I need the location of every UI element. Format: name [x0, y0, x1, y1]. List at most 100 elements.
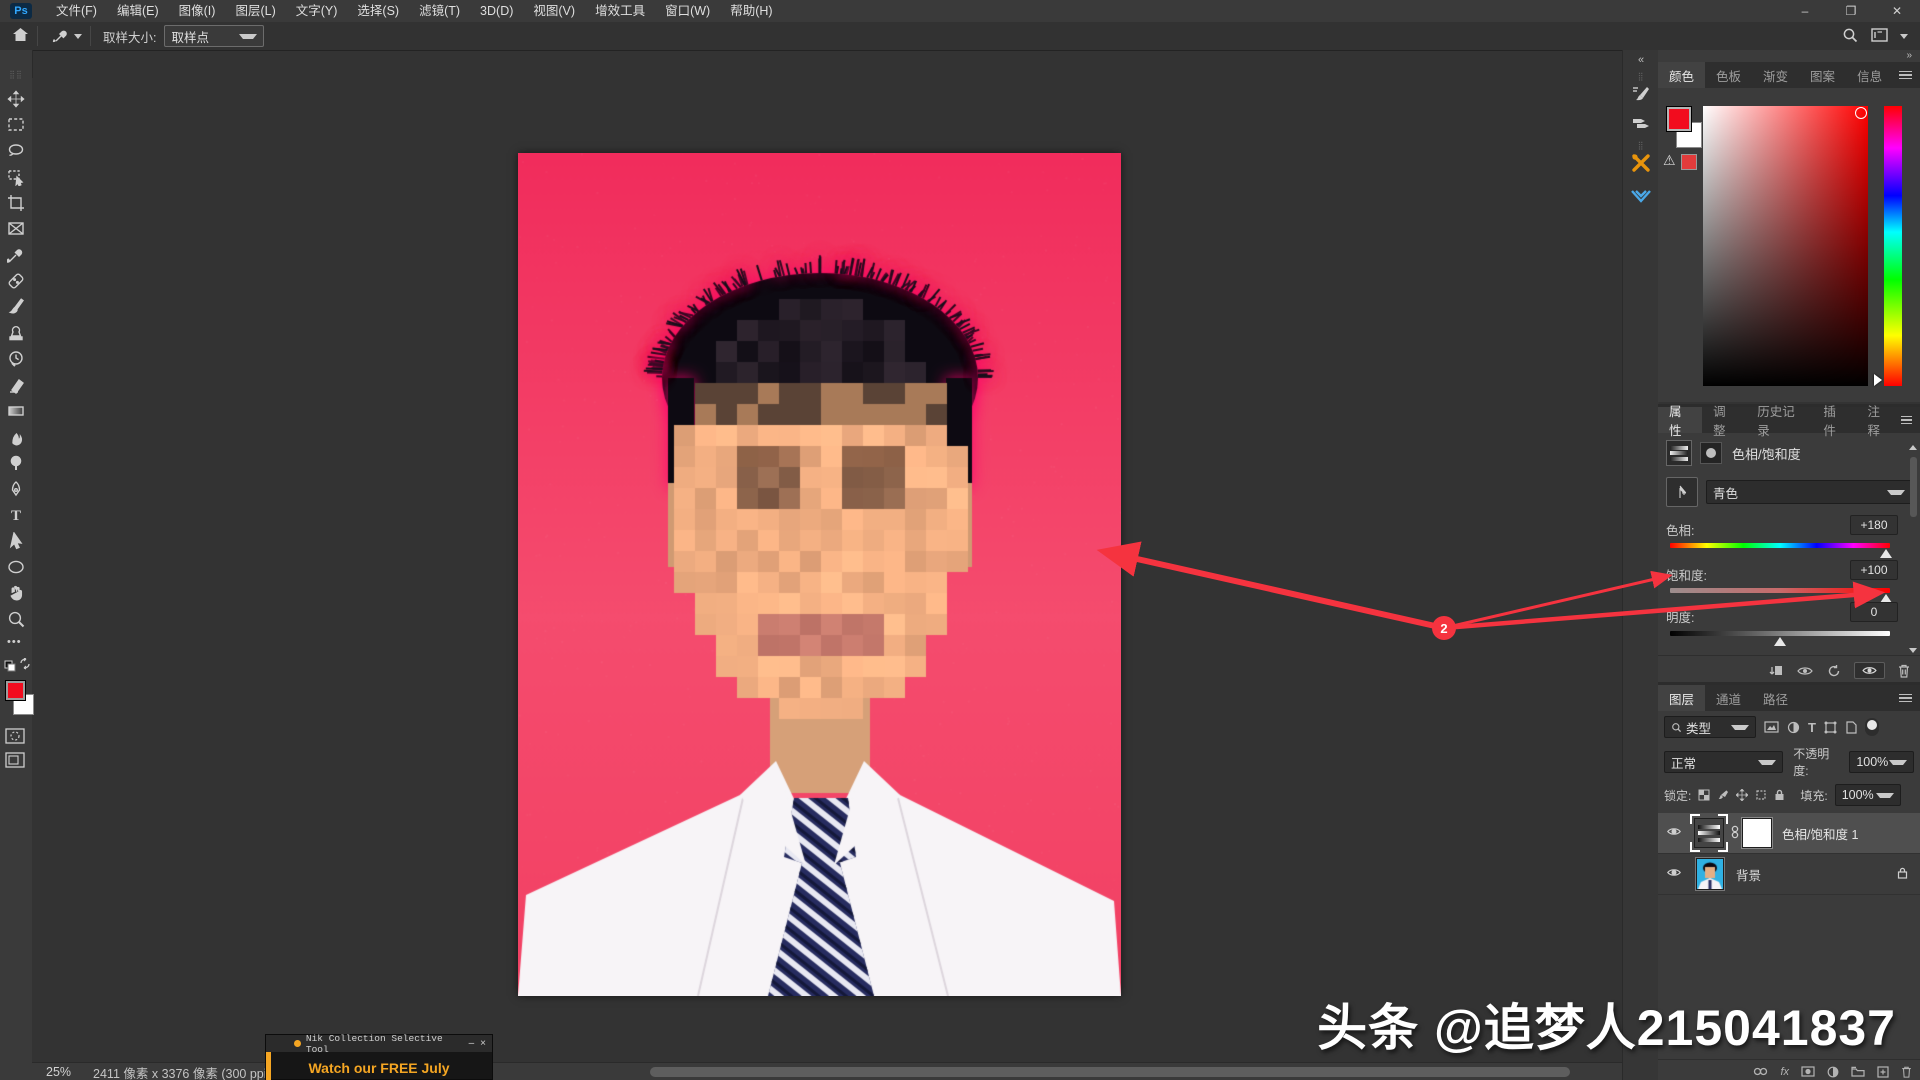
menu-image[interactable]: 图像(I)	[169, 0, 226, 22]
home-icon[interactable]	[12, 27, 29, 45]
brush-tool[interactable]	[4, 296, 28, 318]
tab-paths[interactable]: 路径	[1752, 685, 1799, 711]
hue-strip[interactable]	[1884, 106, 1902, 386]
tab-color[interactable]: 颜色	[1658, 62, 1705, 88]
lock-all-icon[interactable]	[1774, 789, 1785, 801]
blend-mode-select[interactable]: 正常	[1664, 751, 1783, 773]
fill-select[interactable]: 100%	[1835, 784, 1901, 806]
spot-healing-tool[interactable]	[4, 270, 28, 292]
layer-mask-thumbnail[interactable]	[1742, 818, 1772, 848]
layer-visibility-icon[interactable]	[1854, 662, 1885, 679]
filter-smart-objects-icon[interactable]	[1845, 721, 1857, 734]
link-layers-icon[interactable]	[1753, 1067, 1768, 1076]
menu-window[interactable]: 窗口(W)	[655, 0, 720, 22]
nik-popup-link[interactable]: Watch our FREE July	[266, 1060, 492, 1076]
tab-patterns[interactable]: 图案	[1799, 62, 1846, 88]
tab-properties[interactable]: 属性	[1658, 407, 1702, 433]
object-selection-tool[interactable]	[4, 166, 28, 188]
panel-menu-icon[interactable]	[1899, 69, 1912, 82]
filter-shape-layers-icon[interactable]	[1824, 721, 1837, 734]
tab-layers[interactable]: 图层	[1658, 685, 1705, 711]
layer-row-background[interactable]: 背景	[1658, 854, 1920, 895]
hue-value[interactable]: +180	[1850, 515, 1898, 535]
color-foreground-swatch[interactable]	[1666, 106, 1692, 132]
tab-plugins[interactable]: 插件	[1812, 407, 1856, 433]
crop-tool[interactable]	[4, 192, 28, 214]
filter-type-layers-icon[interactable]: T	[1808, 720, 1816, 735]
filter-pixel-layers-icon[interactable]	[1764, 721, 1779, 733]
lock-pixels-icon[interactable]	[1717, 789, 1729, 801]
workspace-chevron-icon[interactable]	[1900, 34, 1908, 39]
tab-history[interactable]: 历史记录	[1746, 407, 1812, 433]
shape-ellipse-tool[interactable]	[4, 556, 28, 578]
layer-name[interactable]: 背景	[1736, 865, 1761, 884]
layer-row-hue-saturation[interactable]: 色相/饱和度 1	[1658, 813, 1920, 854]
hue-slider-thumb[interactable]	[1880, 549, 1892, 558]
brush-settings-panel-icon[interactable]	[1623, 85, 1659, 106]
history-brush-tool[interactable]	[4, 348, 28, 370]
lock-position-icon[interactable]	[1736, 789, 1748, 801]
new-layer-icon[interactable]	[1877, 1066, 1889, 1078]
tab-adjustments[interactable]: 调整	[1702, 407, 1746, 433]
ellipsis-icon[interactable]: •••	[7, 636, 22, 648]
tab-gradients[interactable]: 渐变	[1752, 62, 1799, 88]
workspace-switcher-icon[interactable]	[1871, 28, 1888, 45]
move-tool[interactable]	[4, 88, 28, 110]
lightness-slider-thumb[interactable]	[1774, 637, 1786, 646]
gradient-tool[interactable]	[4, 400, 28, 422]
lightness-value[interactable]: 0	[1850, 602, 1898, 622]
clip-to-layer-icon[interactable]	[1767, 664, 1783, 677]
delete-layer-icon[interactable]	[1901, 1066, 1912, 1078]
saturation-slider[interactable]	[1670, 588, 1890, 593]
menu-help[interactable]: 帮助(H)	[720, 0, 782, 22]
saturation-brightness-field[interactable]	[1703, 106, 1868, 386]
zoom-tool[interactable]	[4, 608, 28, 630]
reset-icon[interactable]	[1827, 664, 1841, 678]
marquee-tool[interactable]	[4, 114, 28, 136]
quick-mask-icon[interactable]	[5, 728, 25, 747]
panel-menu-icon[interactable]	[1899, 692, 1912, 705]
tab-info[interactable]: 信息	[1846, 62, 1893, 88]
menu-3d[interactable]: 3D(D)	[470, 0, 523, 22]
filter-toggle[interactable]	[1865, 718, 1879, 736]
smudge-tool[interactable]	[4, 426, 28, 448]
lightness-slider[interactable]	[1670, 631, 1890, 636]
hue-strip-cursor[interactable]	[1874, 374, 1882, 386]
sample-size-select[interactable]: 取样点	[164, 25, 264, 47]
menu-plugins[interactable]: 增效工具	[585, 0, 655, 22]
panel-menu-icon[interactable]	[1901, 414, 1912, 427]
properties-scrollbar[interactable]	[1908, 439, 1918, 653]
targeted-adjustment-icon[interactable]	[1666, 477, 1698, 507]
lasso-tool[interactable]	[4, 140, 28, 162]
menu-layer[interactable]: 图层(L)	[225, 0, 285, 22]
toolbar-grip[interactable]: ⣿⣿	[0, 70, 32, 79]
menu-select[interactable]: 选择(S)	[347, 0, 409, 22]
menu-view[interactable]: 视图(V)	[523, 0, 585, 22]
zoom-level[interactable]: 25%	[46, 1065, 71, 1079]
layer-name[interactable]: 色相/饱和度 1	[1782, 824, 1858, 843]
plugin-panel-orange-icon[interactable]	[1623, 152, 1659, 177]
screen-mode-icon[interactable]	[5, 752, 25, 771]
expand-panels-icon[interactable]: «	[1623, 50, 1659, 66]
tab-channels[interactable]: 通道	[1705, 685, 1752, 711]
path-select-tool[interactable]	[4, 530, 28, 552]
saturation-value[interactable]: +100	[1850, 560, 1898, 580]
menu-filter[interactable]: 滤镜(T)	[409, 0, 470, 22]
opacity-select[interactable]: 100%	[1849, 751, 1914, 773]
eyedropper-tool[interactable]	[4, 244, 28, 266]
channel-select[interactable]: 青色	[1706, 480, 1912, 504]
tab-swatches[interactable]: 色板	[1705, 62, 1752, 88]
layer-visibility-eye-icon[interactable]	[1666, 826, 1682, 840]
eraser-tool[interactable]	[4, 374, 28, 396]
slice-tool[interactable]	[4, 218, 28, 240]
delete-adjustment-icon[interactable]	[1898, 664, 1910, 678]
window-close-button[interactable]: ✕	[1874, 0, 1920, 22]
nik-minimize-icon[interactable]: –	[469, 1038, 475, 1049]
menu-type[interactable]: 文字(Y)	[286, 0, 348, 22]
horizontal-scrollbar[interactable]	[650, 1067, 1570, 1077]
document-info[interactable]: 2411 像素 x 3376 像素 (300 ppi)	[93, 1063, 271, 1080]
pen-tool[interactable]	[4, 478, 28, 500]
layer-effects-icon[interactable]: fx	[1780, 1066, 1789, 1078]
layer-visibility-eye-icon[interactable]	[1666, 867, 1682, 881]
type-tool[interactable]: T	[4, 504, 28, 526]
